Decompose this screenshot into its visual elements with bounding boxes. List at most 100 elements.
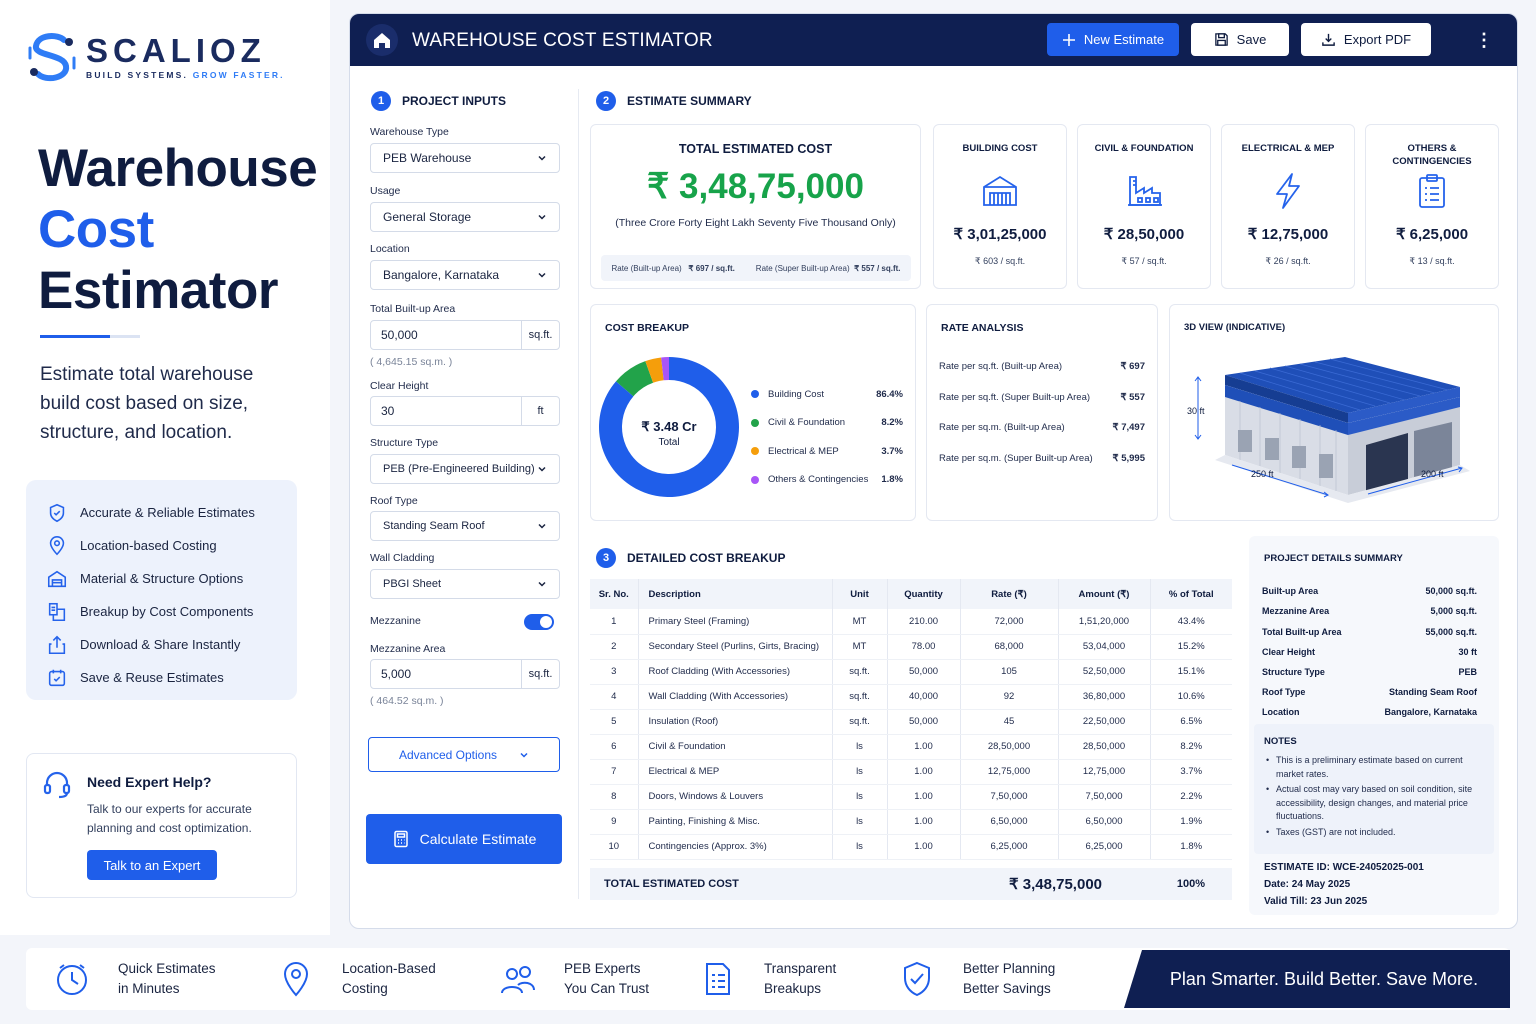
table-cell: 72,000 bbox=[960, 609, 1059, 635]
table-row: 2 Secondary Steel (Purlins, Girts, Bracin… bbox=[590, 634, 1232, 660]
footer-item: Quick Estimates in Minutes bbox=[52, 948, 216, 1010]
col-header: Sr. No. bbox=[590, 579, 639, 609]
detail-key: Mezzanine Area bbox=[1262, 606, 1330, 616]
home-icon[interactable] bbox=[366, 24, 398, 56]
document-list-icon bbox=[706, 963, 730, 995]
table-cell: Civil & Foundation bbox=[638, 734, 833, 760]
new-estimate-button[interactable]: New Estimate bbox=[1047, 23, 1179, 56]
export-pdf-label: Export PDF bbox=[1343, 32, 1412, 47]
table-cell: 1.9% bbox=[1150, 809, 1232, 835]
table-total-row: TOTAL ESTIMATED COST ₹ 3,48,75,000 100% bbox=[590, 868, 1232, 900]
save-button[interactable]: Save bbox=[1191, 23, 1289, 56]
table-row: 8 Doors, Windows & Louvers ls 1.00 7,50,000 7… bbox=[590, 784, 1232, 810]
table-cell: 6.5% bbox=[1150, 709, 1232, 735]
total-cost-card: TOTAL ESTIMATED COST ₹ 3,48,75,000 (Thre… bbox=[590, 124, 921, 289]
rate-value: ₹ 557 bbox=[1120, 392, 1145, 403]
rate-label: Rate per sq.m. (Super Built-up Area) bbox=[939, 453, 1093, 464]
save-icon bbox=[1214, 33, 1228, 46]
advanced-options-button[interactable]: Advanced Options bbox=[368, 737, 560, 772]
location-value: Bangalore, Karnataka bbox=[383, 268, 500, 282]
rate-analysis-panel: RATE ANALYSIS Rate per sq.ft. (Built-up … bbox=[926, 304, 1158, 521]
card-rate: ₹ 57 / sq.ft. bbox=[1121, 256, 1167, 266]
export-pdf-button[interactable]: Export PDF bbox=[1301, 23, 1431, 56]
usage-select[interactable]: General Storage bbox=[370, 202, 560, 232]
detail-row: Total Built-up Area 55,000 sq.ft. bbox=[1262, 627, 1477, 637]
area-input[interactable]: 50,000 sq.ft. bbox=[370, 320, 560, 350]
detail-key: Structure Type bbox=[1262, 667, 1325, 677]
warehouse-type-select[interactable]: PEB Warehouse bbox=[370, 143, 560, 173]
roof-label: Roof Type bbox=[370, 495, 418, 507]
feature-label: Download & Share Instantly bbox=[80, 637, 241, 652]
table-cell: 12,75,000 bbox=[960, 759, 1059, 785]
area-hint: ( 4,645.15 sq.m. ) bbox=[370, 356, 453, 368]
detail-value: 50,000 sq.ft. bbox=[1425, 586, 1477, 596]
app-title: WAREHOUSE COST ESTIMATOR bbox=[412, 30, 713, 51]
table-cell: 43.4% bbox=[1150, 609, 1232, 635]
detail-key: Roof Type bbox=[1262, 687, 1306, 697]
wall-value: PBGI Sheet bbox=[383, 578, 442, 590]
location-label: Location bbox=[370, 243, 410, 255]
experts-icon bbox=[501, 966, 535, 994]
detail-key: Clear Height bbox=[1262, 647, 1316, 657]
help-text: Talk to our experts for accurate plannin… bbox=[87, 802, 252, 835]
help-title: Need Expert Help? bbox=[87, 774, 212, 790]
total-percent: 100% bbox=[1176, 878, 1206, 890]
rate-super: Rate (Super Built-up Area) ₹ 557 / sq.ft… bbox=[755, 263, 901, 273]
clock-icon bbox=[57, 964, 87, 995]
calculate-estimate-button[interactable]: Calculate Estimate bbox=[366, 814, 562, 864]
table-cell: 40,000 bbox=[887, 684, 961, 710]
wall-select[interactable]: PBGI Sheet bbox=[370, 569, 560, 599]
chevron-down-icon bbox=[520, 752, 528, 758]
feature-item: Download & Share Instantly bbox=[46, 628, 297, 661]
detail-row: Mezzanine Area 5,000 sq.ft. bbox=[1262, 606, 1477, 616]
table-cell: 45 bbox=[960, 709, 1059, 735]
brand-logo[interactable]: SCALIOZ BUILD SYSTEMS. GROW FASTER. bbox=[24, 28, 285, 86]
breakup-icon bbox=[48, 602, 66, 621]
section-title: DETAILED COST BREAKUP bbox=[627, 551, 786, 565]
mezz-area-value: 5,000 bbox=[381, 667, 412, 681]
roof-select[interactable]: Standing Seam Roof bbox=[370, 511, 560, 541]
section-number: 3 bbox=[596, 548, 616, 568]
more-menu-icon[interactable]: ⋮ bbox=[1474, 28, 1494, 52]
donut-center: ₹ 3.48 Cr Total bbox=[621, 419, 717, 448]
talk-to-expert-button[interactable]: Talk to an Expert bbox=[87, 850, 217, 880]
hero-line-1: Warehouse bbox=[38, 139, 318, 198]
height-unit: ft bbox=[521, 397, 559, 425]
height-dimension: 30 ft bbox=[1187, 406, 1205, 416]
footer-text: Better Planning Better Savings bbox=[963, 961, 1056, 996]
rate-label: Rate per sq.ft. (Super Built-up Area) bbox=[939, 392, 1091, 403]
scalioz-logo-icon bbox=[28, 33, 76, 82]
table-cell: 3 bbox=[590, 659, 639, 685]
table-cell: 6,25,000 bbox=[1058, 834, 1151, 860]
height-value: 30 bbox=[381, 404, 395, 418]
estimate-valid-till: Valid Till: 23 Jun 2025 bbox=[1264, 896, 1368, 907]
detail-row: Clear Height 30 ft bbox=[1262, 647, 1477, 657]
panel-title: COST BREAKUP bbox=[605, 322, 690, 334]
table-row: 1 Primary Steel (Framing) MT 210.00 72,000 1,… bbox=[590, 609, 1232, 635]
legend-value: 3.7% bbox=[881, 445, 903, 457]
table-cell: ls bbox=[832, 734, 888, 760]
lightning-icon bbox=[1276, 173, 1300, 209]
detail-row: Roof Type Standing Seam Roof bbox=[1262, 687, 1477, 697]
note-item: Actual cost may vary based on soil condi… bbox=[1264, 783, 1484, 824]
hero-line-2: Cost bbox=[38, 200, 154, 259]
structure-select[interactable]: PEB (Pre-Engineered Building) bbox=[370, 454, 560, 484]
others-contingencies-card: OTHERS & CONTINGENCIES ₹ 6,25,000 ₹ 13 /… bbox=[1365, 124, 1499, 289]
table-cell: ls bbox=[832, 809, 888, 835]
location-select[interactable]: Bangalore, Karnataka bbox=[370, 260, 560, 290]
mezz-area-input[interactable]: 5,000 sq.ft. bbox=[370, 659, 560, 689]
rate-strip: Rate (Built-up Area) ₹ 697 / sq.ft. Rate… bbox=[601, 255, 911, 281]
breakup-legend: Building Cost 86.4% Civil & Foundation 8.2… bbox=[751, 380, 903, 494]
table-cell: ls bbox=[832, 759, 888, 785]
footer-item: Transparent Breakups bbox=[698, 948, 836, 1010]
feature-item: Accurate & Reliable Estimates bbox=[46, 496, 297, 529]
height-input[interactable]: 30 ft bbox=[370, 396, 560, 426]
new-estimate-label: New Estimate bbox=[1083, 32, 1165, 47]
table-row: 5 Insulation (Roof) sq.ft. 50,000 45 22,50,00… bbox=[590, 709, 1232, 735]
total-cost-title: TOTAL ESTIMATED COST bbox=[678, 142, 833, 156]
mezzanine-toggle[interactable] bbox=[524, 614, 554, 630]
share-icon bbox=[48, 635, 66, 654]
table-cell: 1 bbox=[590, 609, 639, 635]
card-title: CIVIL & FOUNDATION bbox=[1094, 143, 1194, 154]
table-cell: 52,50,000 bbox=[1058, 659, 1151, 685]
